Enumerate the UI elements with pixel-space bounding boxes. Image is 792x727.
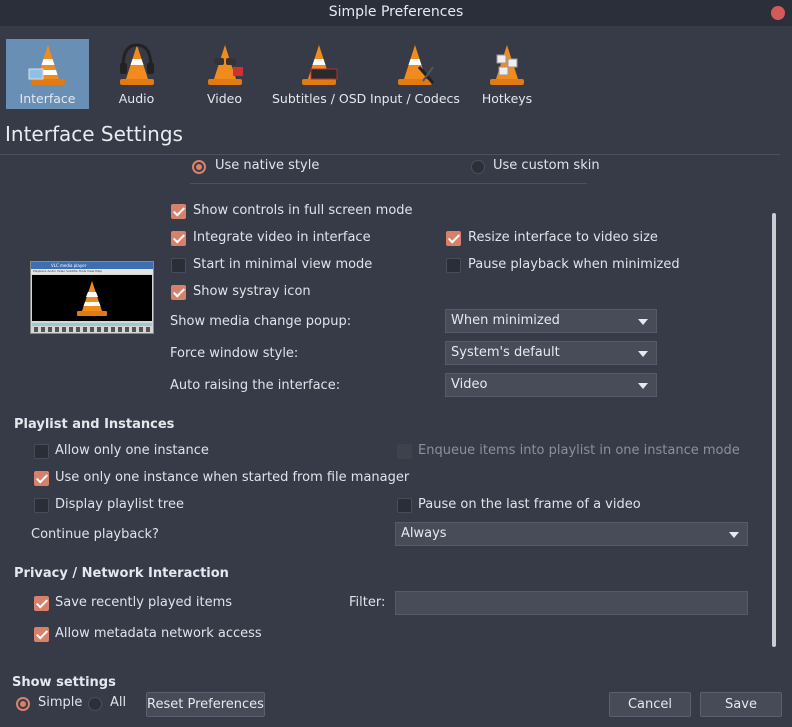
tab-label: Input / Codecs [370, 91, 460, 106]
subtitles-cone-icon [301, 45, 337, 85]
custom-skin-label: Use custom skin [493, 158, 600, 173]
simple-mode-radio[interactable] [16, 697, 30, 711]
category-tabs: Interface Audio Video Subtitles / OSD In… [0, 32, 792, 112]
tab-interface[interactable]: Interface [6, 39, 89, 109]
tab-audio[interactable]: Audio [95, 39, 178, 109]
chevron-down-icon [729, 532, 739, 538]
chevron-down-icon [638, 351, 648, 357]
systray-label: Show systray icon [193, 284, 311, 299]
chevron-down-icon [638, 383, 648, 389]
metadata-access-label: Allow metadata network access [55, 626, 262, 641]
resize-interface-label: Resize interface to video size [468, 230, 658, 245]
metadata-access-checkbox[interactable] [34, 627, 49, 642]
preview-titlebar: VLC media player [31, 262, 153, 269]
media-popup-label: Show media change popup: [170, 314, 352, 329]
reset-preferences-button[interactable]: Reset Preferences [146, 692, 265, 717]
minimal-view-label: Start in minimal view mode [193, 257, 373, 272]
tab-label: Video [206, 91, 243, 106]
playlist-tree-label: Display playlist tree [55, 497, 184, 512]
filter-label: Filter: [349, 595, 386, 610]
file-manager-instance-label: Use only one instance when started from … [55, 470, 410, 485]
preview-controls [34, 327, 150, 332]
custom-skin-radio[interactable] [471, 160, 485, 174]
recent-items-label: Save recently played items [55, 595, 233, 610]
title-divider [0, 154, 780, 155]
save-label: Save [725, 697, 757, 712]
pause-minimized-checkbox[interactable] [446, 258, 461, 273]
cancel-label: Cancel [627, 697, 673, 712]
minimal-view-checkbox[interactable] [171, 258, 186, 273]
save-button[interactable]: Save [700, 692, 782, 717]
page-title: Interface Settings [5, 122, 183, 146]
tab-label: Interface [19, 91, 76, 106]
media-popup-value: When minimized [451, 313, 560, 328]
recent-items-checkbox[interactable] [34, 596, 49, 611]
file-manager-instance-checkbox[interactable] [34, 471, 49, 486]
tab-subtitles-osd[interactable]: Subtitles / OSD [272, 39, 367, 109]
window-style-select[interactable]: System's default [445, 341, 657, 365]
playlist-tree-checkbox[interactable] [34, 498, 49, 513]
preview-seekbar [32, 323, 152, 326]
one-instance-label: Allow only one instance [55, 443, 209, 458]
native-style-label: Use native style [215, 158, 320, 173]
tab-label: Subtitles / OSD [272, 91, 367, 106]
resize-interface-checkbox[interactable] [446, 231, 461, 246]
fullscreen-controls-checkbox[interactable] [171, 204, 186, 219]
fullscreen-controls-label: Show controls in full screen mode [193, 203, 413, 218]
hotkeys-cone-icon [490, 45, 524, 85]
cancel-button[interactable]: Cancel [609, 692, 691, 717]
native-style-radio[interactable] [192, 160, 206, 174]
close-window-button[interactable] [771, 6, 785, 20]
privacy-heading: Privacy / Network Interaction [14, 566, 229, 581]
preview-menubar: Playback Audio Video Subtitle Tools View… [31, 269, 153, 274]
auto-raise-value: Video [451, 377, 488, 392]
audio-headphones-cone-icon [119, 43, 154, 85]
vertical-scrollbar[interactable] [772, 213, 776, 647]
tab-label: Audio [118, 91, 155, 106]
chevron-down-icon [638, 319, 648, 325]
simple-mode-label: Simple [38, 695, 83, 710]
input-codecs-cone-icon [398, 45, 435, 85]
playlist-heading: Playlist and Instances [14, 417, 175, 432]
title-bar: Simple Preferences [0, 0, 792, 26]
tab-hotkeys[interactable]: Hotkeys [466, 39, 548, 109]
pause-last-frame-checkbox[interactable] [397, 498, 412, 513]
pause-last-frame-label: Pause on the last frame of a video [418, 497, 641, 512]
systray-checkbox[interactable] [171, 285, 186, 300]
auto-raise-label: Auto raising the interface: [170, 378, 341, 393]
window-style-value: System's default [451, 345, 560, 360]
enqueue-label: Enqueue items into playlist in one insta… [418, 443, 740, 458]
integrate-video-label: Integrate video in interface [193, 230, 371, 245]
tab-input-codecs[interactable]: Input / Codecs [370, 39, 460, 109]
one-instance-checkbox[interactable] [34, 444, 49, 459]
video-glasses-cone-icon [207, 45, 243, 85]
continue-playback-select[interactable]: Always [395, 522, 748, 546]
interface-preview-image: VLC media player Playback Audio Video Su… [30, 261, 154, 334]
auto-raise-select[interactable]: Video [445, 373, 657, 397]
all-mode-radio[interactable] [88, 697, 102, 711]
interface-cone-icon [28, 45, 65, 85]
all-mode-label: All [110, 695, 127, 710]
tab-label: Hotkeys [481, 91, 533, 106]
pause-minimized-label: Pause playback when minimized [468, 257, 680, 272]
enqueue-checkbox [397, 444, 412, 459]
reset-preferences-label: Reset Preferences [147, 697, 264, 712]
continue-playback-label: Continue playback? [31, 527, 159, 542]
vlc-cone-icon [77, 281, 107, 316]
window-style-label: Force window style: [170, 346, 299, 361]
preview-video-area [32, 275, 152, 321]
filter-input[interactable] [395, 591, 748, 615]
integrate-video-checkbox[interactable] [171, 231, 186, 246]
look-divider [190, 183, 587, 184]
tab-video[interactable]: Video [183, 39, 266, 109]
show-settings-label: Show settings [12, 675, 116, 690]
media-popup-select[interactable]: When minimized [445, 309, 657, 333]
continue-playback-value: Always [401, 526, 447, 541]
window-title: Simple Preferences [328, 4, 464, 20]
